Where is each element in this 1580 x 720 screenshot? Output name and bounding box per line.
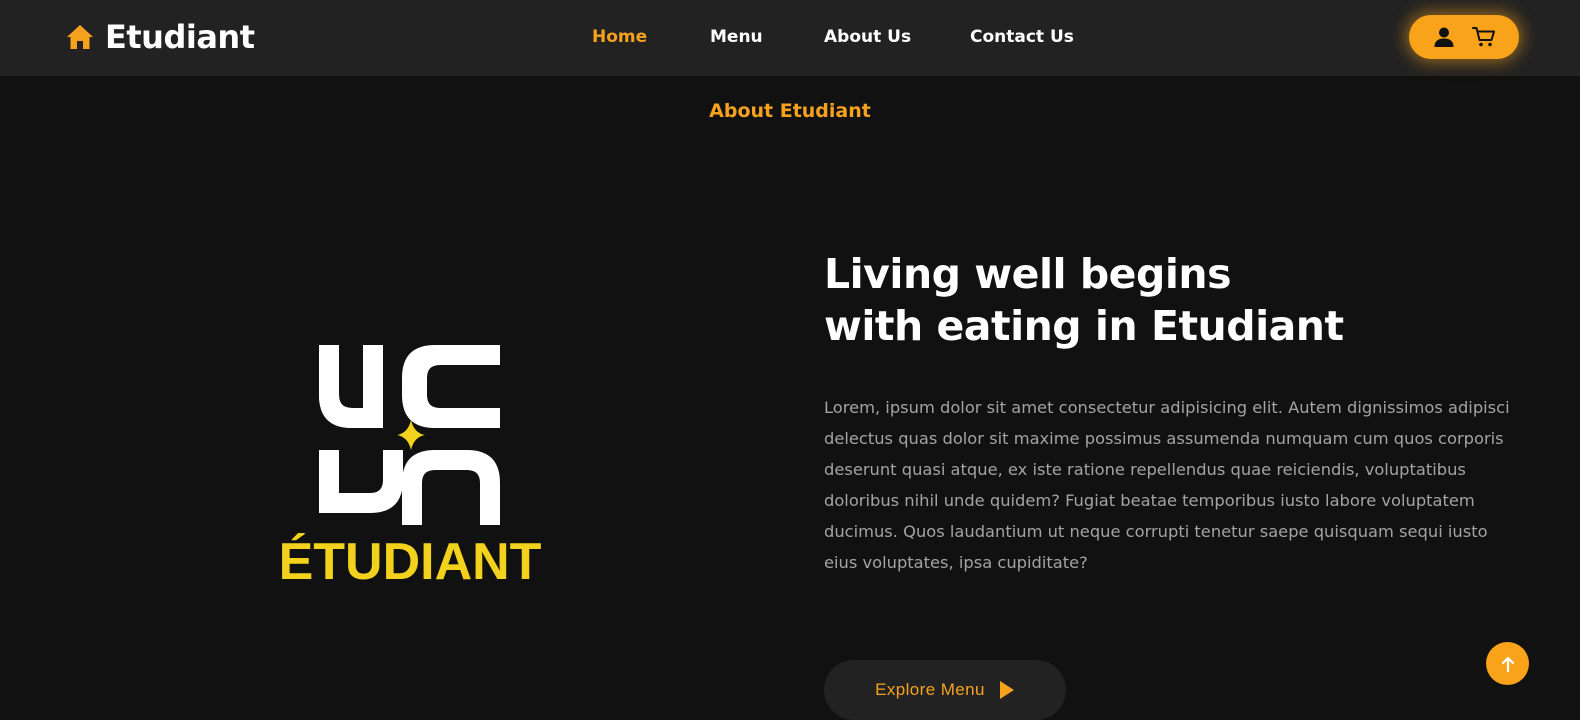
cart-button[interactable]	[1471, 24, 1497, 50]
section-label: About Etudiant	[709, 100, 871, 122]
logo-mark	[319, 345, 500, 525]
main-nav: Home Menu About Us Contact Us	[0, 24, 1580, 52]
logo-wordmark: ÉTUDIANT	[278, 533, 542, 591]
user-icon	[1434, 27, 1454, 47]
nav-home[interactable]: Home	[592, 24, 647, 50]
headline: Living well begins with eating in Etudia…	[824, 248, 1524, 352]
arrow-up-icon	[1501, 656, 1514, 672]
user-button[interactable]	[1431, 24, 1457, 50]
headline-line-2: with eating in Etudiant	[824, 302, 1344, 350]
explore-menu-label: Explore Menu	[875, 680, 985, 699]
nav-contact-us[interactable]: Contact Us	[970, 24, 1074, 50]
play-icon	[999, 681, 1014, 699]
nav-actions	[1409, 15, 1519, 59]
navbar: Etudiant Home Menu About Us Contact Us	[0, 0, 1580, 76]
headline-line-1: Living well begins	[824, 250, 1232, 298]
cart-icon	[1472, 27, 1495, 47]
explore-menu-button[interactable]: Explore Menu	[824, 660, 1066, 720]
about-body-text: Lorem, ipsum dolor sit amet consectetur …	[824, 398, 1510, 572]
nav-about-us[interactable]: About Us	[824, 24, 911, 50]
etudiant-logo: ÉTUDIANT	[265, 340, 565, 600]
nav-menu[interactable]: Menu	[710, 24, 763, 50]
scroll-to-top-button[interactable]	[1486, 642, 1529, 685]
